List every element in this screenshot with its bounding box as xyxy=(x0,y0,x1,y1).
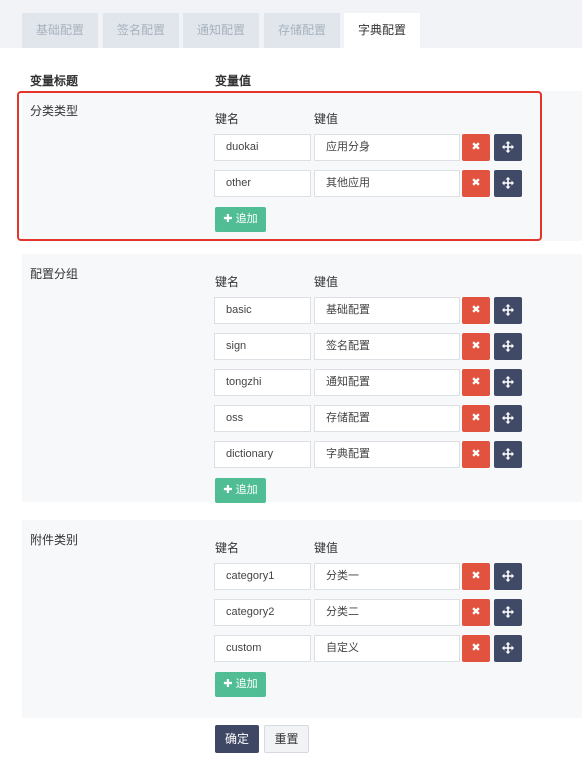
key-header: 键名 xyxy=(215,541,240,555)
add-button[interactable]: ✚ 追加 xyxy=(215,672,266,697)
drag-handle[interactable] xyxy=(494,297,522,324)
delete-button[interactable]: ✖ xyxy=(462,441,490,468)
delete-button[interactable]: ✖ xyxy=(462,134,490,161)
delete-button[interactable]: ✖ xyxy=(462,563,490,590)
close-icon: ✖ xyxy=(471,340,481,352)
close-icon: ✖ xyxy=(471,376,481,388)
delete-button[interactable]: ✖ xyxy=(462,405,490,432)
delete-button[interactable]: ✖ xyxy=(462,333,490,360)
value-header: 键值 xyxy=(314,275,339,289)
add-label: 追加 xyxy=(235,678,258,690)
move-icon xyxy=(502,570,514,585)
delete-button[interactable]: ✖ xyxy=(462,599,490,626)
move-icon xyxy=(502,376,514,391)
value-input[interactable]: 应用分身 xyxy=(314,134,460,161)
drag-handle[interactable] xyxy=(494,134,522,161)
reset-button[interactable]: 重置 xyxy=(264,725,309,753)
value-input[interactable]: 签名配置 xyxy=(314,333,460,360)
key-input[interactable]: custom xyxy=(214,635,311,662)
key-input[interactable]: duokai xyxy=(214,134,311,161)
key-input[interactable]: oss xyxy=(214,405,311,432)
drag-handle[interactable] xyxy=(494,170,522,197)
close-icon: ✖ xyxy=(471,141,481,153)
move-icon xyxy=(502,606,514,621)
move-icon xyxy=(502,642,514,657)
close-icon: ✖ xyxy=(471,642,481,654)
plus-icon: ✚ xyxy=(223,213,236,225)
header-value: 变量值 xyxy=(215,74,252,88)
value-input[interactable]: 存储配置 xyxy=(314,405,460,432)
drag-handle[interactable] xyxy=(494,441,522,468)
value-header: 键值 xyxy=(314,541,339,555)
close-icon: ✖ xyxy=(471,177,481,189)
close-icon: ✖ xyxy=(471,448,481,460)
value-input[interactable]: 分类二 xyxy=(314,599,460,626)
move-icon xyxy=(502,304,514,319)
value-input[interactable]: 字典配置 xyxy=(314,441,460,468)
tab-basic[interactable]: 基础配置 xyxy=(22,13,98,48)
tab-notify[interactable]: 通知配置 xyxy=(183,13,259,48)
table-header: 变量标题 变量值 xyxy=(22,48,582,90)
delete-button[interactable]: ✖ xyxy=(462,297,490,324)
move-icon xyxy=(502,141,514,156)
value-input[interactable]: 自定义 xyxy=(314,635,460,662)
drag-handle[interactable] xyxy=(494,563,522,590)
add-label: 追加 xyxy=(235,484,258,496)
close-icon: ✖ xyxy=(471,304,481,316)
key-input[interactable]: basic xyxy=(214,297,311,324)
dict-section: 配置分组键名 键值 basic 基础配置 ✖ sign 签名配置 ✖ tongzhi 通知配置 ✖ o… xyxy=(22,254,582,503)
plus-icon: ✚ xyxy=(223,678,236,690)
key-input[interactable]: other xyxy=(214,170,311,197)
key-input[interactable]: sign xyxy=(214,333,311,360)
add-button[interactable]: ✚ 追加 xyxy=(215,478,266,503)
header-title: 变量标题 xyxy=(30,74,79,88)
close-icon: ✖ xyxy=(471,570,481,582)
drag-handle[interactable] xyxy=(494,599,522,626)
tab-sign[interactable]: 签名配置 xyxy=(103,13,179,48)
move-icon xyxy=(502,340,514,355)
move-icon xyxy=(502,412,514,427)
tab-dictionary[interactable]: 字典配置 xyxy=(344,13,420,48)
delete-button[interactable]: ✖ xyxy=(462,170,490,197)
tab-bar: 基础配置 签名配置 通知配置 存储配置 字典配置 xyxy=(0,0,582,48)
drag-handle[interactable] xyxy=(494,405,522,432)
value-input[interactable]: 基础配置 xyxy=(314,297,460,324)
key-header: 键名 xyxy=(215,275,240,289)
section-title: 附件类别 xyxy=(30,533,79,547)
add-button[interactable]: ✚ 追加 xyxy=(215,207,266,232)
section-title: 分类类型 xyxy=(30,104,79,118)
drag-handle[interactable] xyxy=(494,635,522,662)
delete-button[interactable]: ✖ xyxy=(462,369,490,396)
value-input[interactable]: 分类一 xyxy=(314,563,460,590)
move-icon xyxy=(502,177,514,192)
dict-section: 附件类别键名 键值 category1 分类一 ✖ category2 分类二 ✖ custom… xyxy=(22,520,582,718)
tab-storage[interactable]: 存储配置 xyxy=(264,13,340,48)
section-title: 配置分组 xyxy=(30,267,79,281)
value-input[interactable]: 其他应用 xyxy=(314,170,460,197)
move-icon xyxy=(502,448,514,463)
key-input[interactable]: category1 xyxy=(214,563,311,590)
close-icon: ✖ xyxy=(471,412,481,424)
key-input[interactable]: tongzhi xyxy=(214,369,311,396)
value-header: 键值 xyxy=(314,112,339,126)
key-input[interactable]: category2 xyxy=(214,599,311,626)
drag-handle[interactable] xyxy=(494,369,522,396)
confirm-button[interactable]: 确定 xyxy=(215,725,259,753)
add-label: 追加 xyxy=(235,213,258,225)
close-icon: ✖ xyxy=(471,606,481,618)
value-input[interactable]: 通知配置 xyxy=(314,369,460,396)
key-header: 键名 xyxy=(215,112,240,126)
plus-icon: ✚ xyxy=(223,484,236,496)
dict-section: 分类类型键名 键值 duokai 应用分身 ✖ other 其他应用 ✖ ✚ 追加 xyxy=(22,91,582,241)
drag-handle[interactable] xyxy=(494,333,522,360)
delete-button[interactable]: ✖ xyxy=(462,635,490,662)
key-input[interactable]: dictionary xyxy=(214,441,311,468)
